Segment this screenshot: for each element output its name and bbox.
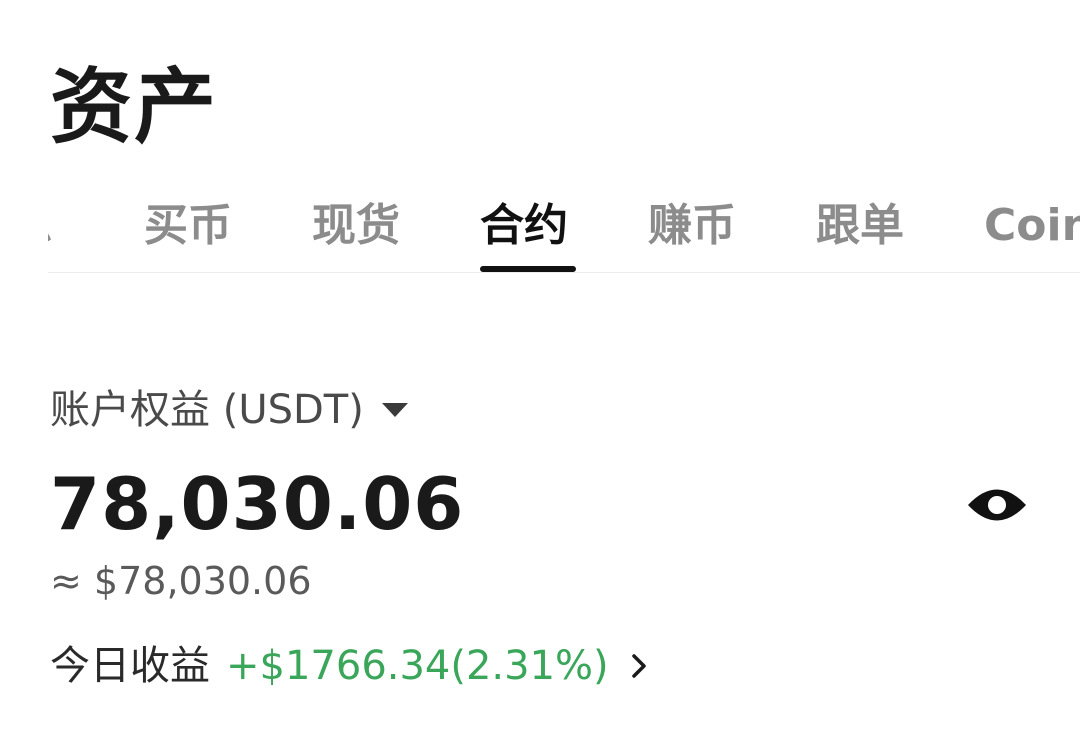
tab-earn[interactable]: 赚币 [648,198,736,254]
page-title: 资产 [50,60,219,155]
eye-icon[interactable] [966,480,1028,530]
tab-overview[interactable]: 总 [48,198,52,254]
asset-tabs: 总 买币 现货 合约 赚币 跟单 Coin [48,190,1080,273]
balance-fiat-equivalent: ≈ $78,030.06 [50,559,312,603]
tab-buy-crypto[interactable]: 买币 [144,198,232,254]
today-pnl-value: +$1766.34(2.31%) [226,643,609,689]
account-balance: 78,030.06 [50,462,465,546]
today-pnl-row[interactable]: 今日收益 +$1766.34(2.31%) [50,638,647,694]
chevron-right-icon [631,654,646,678]
tab-copy-trading[interactable]: 跟单 [816,198,904,254]
tab-futures[interactable]: 合约 [480,198,568,254]
active-tab-indicator [480,266,576,272]
equity-currency-selector[interactable]: 账户权益 (USDT) [50,382,408,438]
tab-spot[interactable]: 现货 [312,198,400,254]
equity-label: 账户权益 (USDT) [50,387,364,433]
today-pnl-label: 今日收益 [50,643,210,689]
caret-down-icon [381,403,408,417]
tab-coin[interactable]: Coin [984,198,1080,254]
